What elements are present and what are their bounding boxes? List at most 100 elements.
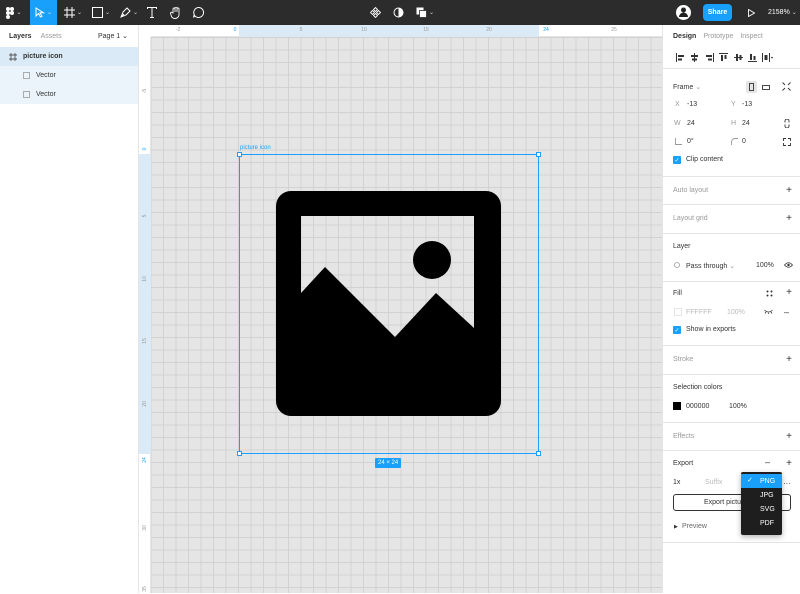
- align-right-icon[interactable]: [702, 53, 717, 62]
- chevron-down-icon: ⌄: [695, 84, 702, 91]
- width-field[interactable]: 24: [687, 120, 695, 127]
- constrain-proportions-button[interactable]: [784, 118, 790, 130]
- resize-handle[interactable]: [536, 152, 541, 157]
- frame-name-label[interactable]: picture icon: [240, 145, 271, 151]
- independent-corners-icon: [783, 138, 791, 146]
- main-menu-button[interactable]: ⌄: [0, 0, 28, 25]
- format-option-jpg[interactable]: JPG: [741, 488, 782, 502]
- visibility-toggle[interactable]: [783, 262, 794, 270]
- eye-closed-icon: [764, 309, 773, 314]
- y-field[interactable]: -13: [742, 101, 752, 108]
- page-selector[interactable]: Page 1 ⌄: [98, 32, 128, 40]
- avatar[interactable]: [676, 5, 691, 20]
- layer-row-vector[interactable]: Vector: [0, 85, 138, 104]
- remove-export-button[interactable]: –: [765, 457, 770, 467]
- hand-tool-button[interactable]: [166, 0, 184, 25]
- tab-layers[interactable]: Layers: [9, 33, 32, 40]
- layer-row-vector[interactable]: Vector: [0, 66, 138, 85]
- tab-assets[interactable]: Assets: [41, 33, 62, 40]
- contrast-tool-button[interactable]: [390, 0, 406, 25]
- rotation-icon: [675, 138, 682, 147]
- add-stroke-button[interactable]: +: [786, 355, 792, 365]
- fill-visibility-toggle[interactable]: [764, 309, 773, 316]
- add-export-button[interactable]: +: [786, 459, 792, 469]
- align-bottom-icon[interactable]: [746, 53, 761, 62]
- selection-color-swatch[interactable]: [673, 402, 681, 410]
- stroke-section: Stroke +: [663, 346, 800, 375]
- align-vertical-center-icon[interactable]: [731, 53, 746, 62]
- align-left-icon[interactable]: [673, 53, 688, 62]
- export-suffix-field[interactable]: Suffix: [705, 479, 722, 486]
- frame-section: Frame ⌄ X -13 Y -13 W 24 H 24 0° 0 ✓ Cli…: [663, 70, 800, 177]
- auto-layout-title: Auto layout: [673, 187, 709, 194]
- format-option-label: PDF: [760, 519, 774, 527]
- move-tool-button[interactable]: ⌄: [30, 0, 57, 25]
- minus-icon: –: [765, 457, 771, 467]
- add-layout-grid-button[interactable]: +: [786, 214, 792, 224]
- fill-color-swatch[interactable]: [674, 308, 682, 316]
- blend-mode-dropdown[interactable]: Pass through ⌄: [686, 262, 735, 270]
- resize-handle[interactable]: [536, 451, 541, 456]
- selection-color-opacity[interactable]: 100%: [729, 403, 747, 410]
- preview-toggle[interactable]: Preview: [682, 523, 707, 530]
- add-effect-button[interactable]: +: [786, 432, 792, 442]
- add-auto-layout-button[interactable]: +: [786, 186, 792, 196]
- fill-section: Fill + FFFFFF 100% – ✓ Show in exports: [663, 282, 800, 346]
- tab-inspect[interactable]: Inspect: [740, 33, 763, 40]
- selection-color-hex[interactable]: 000000: [686, 403, 709, 410]
- tab-design[interactable]: Design: [673, 33, 696, 40]
- resize-to-fit-button[interactable]: [782, 82, 791, 93]
- selection-box[interactable]: [237, 152, 541, 456]
- format-option-png[interactable]: ✓ PNG: [741, 474, 782, 488]
- frame-tool-button[interactable]: ⌄: [60, 0, 86, 25]
- layout-grid-section: Layout grid +: [663, 205, 800, 234]
- clip-content-checkbox[interactable]: ✓: [673, 156, 681, 164]
- boolean-tool-button[interactable]: ⌄: [414, 0, 436, 25]
- text-tool-button[interactable]: [144, 0, 160, 25]
- format-option-svg[interactable]: SVG: [741, 502, 782, 516]
- pen-tool-button[interactable]: ⌄: [116, 0, 142, 25]
- height-field[interactable]: 24: [742, 120, 750, 127]
- align-horizontal-center-icon[interactable]: [688, 53, 703, 62]
- chevron-down-icon: ⌄: [104, 10, 111, 16]
- shape-tool-button[interactable]: ⌄: [88, 0, 114, 25]
- show-in-exports-checkbox[interactable]: ✓: [673, 326, 681, 334]
- ruler-tick: 25: [611, 27, 617, 33]
- layer-opacity-field[interactable]: 100%: [756, 262, 774, 269]
- h-label: H: [731, 120, 737, 127]
- corner-radius-field[interactable]: 0: [742, 138, 746, 145]
- ruler-tick: 24: [142, 457, 148, 463]
- comment-tool-button[interactable]: [188, 0, 208, 25]
- tab-prototype[interactable]: Prototype: [703, 33, 733, 40]
- resize-handle[interactable]: [237, 152, 242, 157]
- share-button[interactable]: Share: [703, 4, 732, 21]
- align-top-icon[interactable]: [717, 53, 732, 62]
- component-tool-button[interactable]: [367, 0, 383, 25]
- frame-section-title[interactable]: Frame ⌄: [673, 83, 701, 91]
- add-fill-button[interactable]: +: [786, 288, 792, 298]
- zoom-dropdown[interactable]: 2158% ⌄: [768, 0, 797, 25]
- fill-hex-field[interactable]: FFFFFF: [686, 309, 712, 316]
- x-field[interactable]: -13: [687, 101, 697, 108]
- independent-corners-button[interactable]: [783, 138, 791, 148]
- export-scale-field[interactable]: 1x: [673, 479, 680, 486]
- layers-panel: Layers Assets Page 1 ⌄ picture icon Vect…: [0, 25, 139, 593]
- format-option-pdf[interactable]: PDF: [741, 516, 782, 530]
- fill-styles-button[interactable]: [766, 290, 773, 299]
- ruler-tick: -2: [175, 27, 181, 33]
- landscape-orientation-button[interactable]: [760, 81, 772, 93]
- chevron-down-icon: ⌄: [791, 10, 797, 16]
- distribute-icon[interactable]: [760, 53, 775, 62]
- ruler-tick: 10: [142, 276, 148, 282]
- ruler-tick: -5: [142, 88, 148, 94]
- fill-opacity-field[interactable]: 100%: [727, 309, 745, 316]
- remove-fill-button[interactable]: –: [784, 307, 789, 317]
- effects-section: Effects +: [663, 423, 800, 451]
- resize-handle[interactable]: [237, 451, 242, 456]
- rotation-field[interactable]: 0°: [687, 138, 694, 145]
- layer-row-frame[interactable]: picture icon: [0, 47, 138, 66]
- portrait-orientation-button[interactable]: [746, 81, 757, 93]
- present-button[interactable]: [744, 0, 758, 25]
- ruler-tick: 24: [543, 27, 549, 33]
- export-settings-button[interactable]: ···: [783, 479, 791, 488]
